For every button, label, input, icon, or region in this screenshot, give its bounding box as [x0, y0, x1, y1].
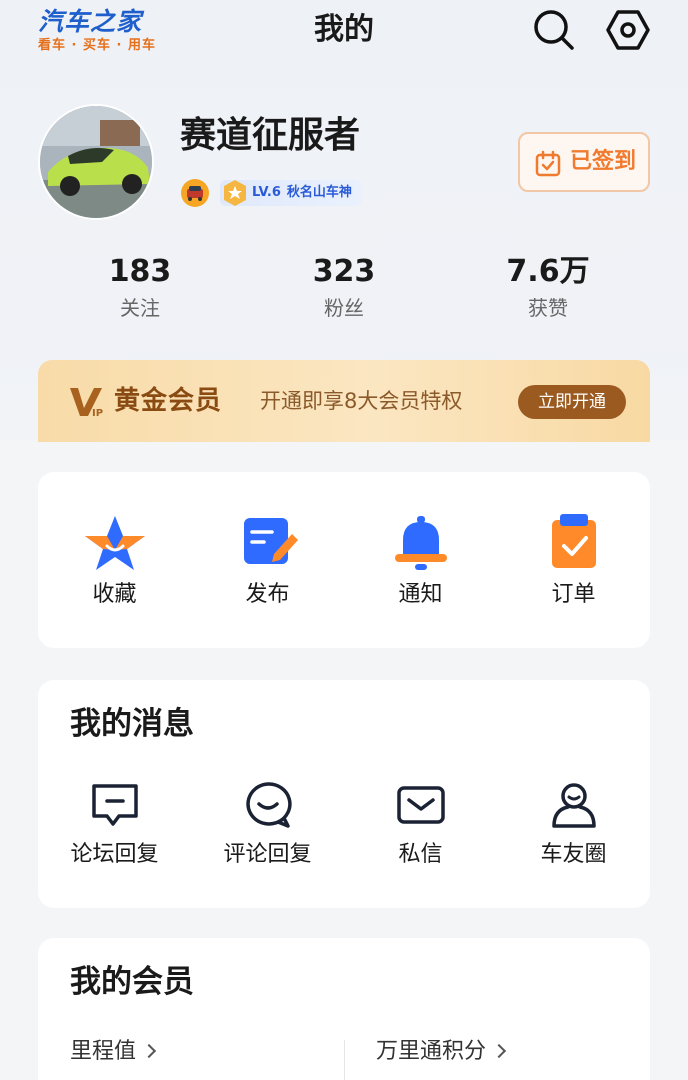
messages-card: 我的消息 论坛回复 评论回复 私信 车友圈 [38, 680, 650, 908]
edit-icon [243, 518, 298, 564]
bell-icon [394, 516, 447, 570]
points-label: 万里通积分 [376, 1039, 487, 1064]
vip-banner[interactable]: IP 黄金会员 开通即享8大会员特权 立即开通 [38, 360, 650, 442]
messages-title: 我的消息 [70, 706, 194, 742]
mileage-link[interactable]: 里程值 [70, 1034, 157, 1070]
calendar-check-icon [535, 150, 561, 177]
shortcut-favorites[interactable]: 收藏 [38, 512, 191, 610]
membership-title: 我的会员 [70, 964, 194, 1000]
message-comment-reply[interactable]: 评论回复 [191, 780, 344, 870]
message-private[interactable]: 私信 [344, 780, 497, 870]
stat-label: 获赞 [528, 296, 568, 320]
stat-value: 183 [108, 254, 172, 289]
checkin-label: 已签到 [570, 149, 637, 174]
clipboard-icon [551, 514, 596, 568]
star-icon [84, 516, 145, 570]
chevron-right-icon [491, 1043, 507, 1059]
svg-text:IP: IP [92, 408, 103, 418]
vip-open-button[interactable]: 立即开通 [518, 385, 626, 419]
user-circle-icon [551, 783, 596, 828]
level-text: LV.6 秋名山车神 [252, 180, 352, 206]
mail-icon [396, 786, 445, 824]
level-title: 秋名山车神 [286, 185, 352, 200]
message-car-friends[interactable]: 车友圈 [497, 780, 650, 870]
vip-title: 黄金会员 [114, 386, 223, 416]
level-number: LV.6 [252, 185, 281, 200]
message-forum-reply[interactable]: 论坛回复 [38, 780, 191, 870]
chevron-right-icon [141, 1043, 157, 1059]
username: 赛道征服者 [180, 115, 361, 156]
stat-value: 323 [312, 254, 376, 289]
shortcut-orders[interactable]: 订单 [497, 512, 650, 610]
stat-following[interactable]: 183 关注 [40, 252, 240, 322]
page-title: 我的 [314, 12, 374, 47]
membership-card: 我的会员 里程值 万里通积分 [38, 938, 650, 1080]
forum-reply-icon [91, 784, 138, 826]
vip-description: 开通即享8大会员特权 [260, 389, 463, 413]
vip-logo-icon: IP [70, 388, 103, 418]
comment-reply-icon [245, 782, 292, 828]
shortcut-label: 发布 [245, 582, 290, 607]
car-owner-badge-icon[interactable] [180, 178, 210, 208]
mileage-label: 里程值 [70, 1039, 137, 1064]
shortcuts-card: 收藏 发布 通知 订单 [38, 472, 650, 648]
divider [344, 1040, 345, 1080]
settings-icon[interactable] [604, 6, 652, 54]
message-label: 车友圈 [540, 842, 607, 867]
avatar-car-image [40, 106, 152, 218]
stat-likes[interactable]: 7.6万 获赞 [448, 252, 648, 322]
shortcut-label: 订单 [551, 582, 596, 607]
message-label: 论坛回复 [70, 842, 159, 867]
search-icon[interactable] [530, 6, 578, 54]
level-medal-icon [224, 180, 246, 206]
shortcut-publish[interactable]: 发布 [191, 512, 344, 610]
stat-followers[interactable]: 323 粉丝 [244, 252, 444, 322]
stat-label: 粉丝 [324, 296, 364, 320]
checkin-button[interactable]: 已签到 [518, 132, 650, 192]
top-bar: 汽车之家 看车 · 买车 · 用车 我的 [0, 0, 688, 64]
shortcut-label: 通知 [398, 582, 443, 607]
shortcut-label: 收藏 [92, 582, 137, 607]
message-label: 评论回复 [223, 842, 312, 867]
points-link[interactable]: 万里通积分 [376, 1034, 507, 1070]
message-label: 私信 [398, 842, 443, 867]
stat-label: 关注 [120, 296, 160, 320]
shortcut-notifications[interactable]: 通知 [344, 512, 497, 610]
avatar[interactable] [38, 104, 154, 220]
stat-value: 7.6万 [506, 254, 590, 289]
